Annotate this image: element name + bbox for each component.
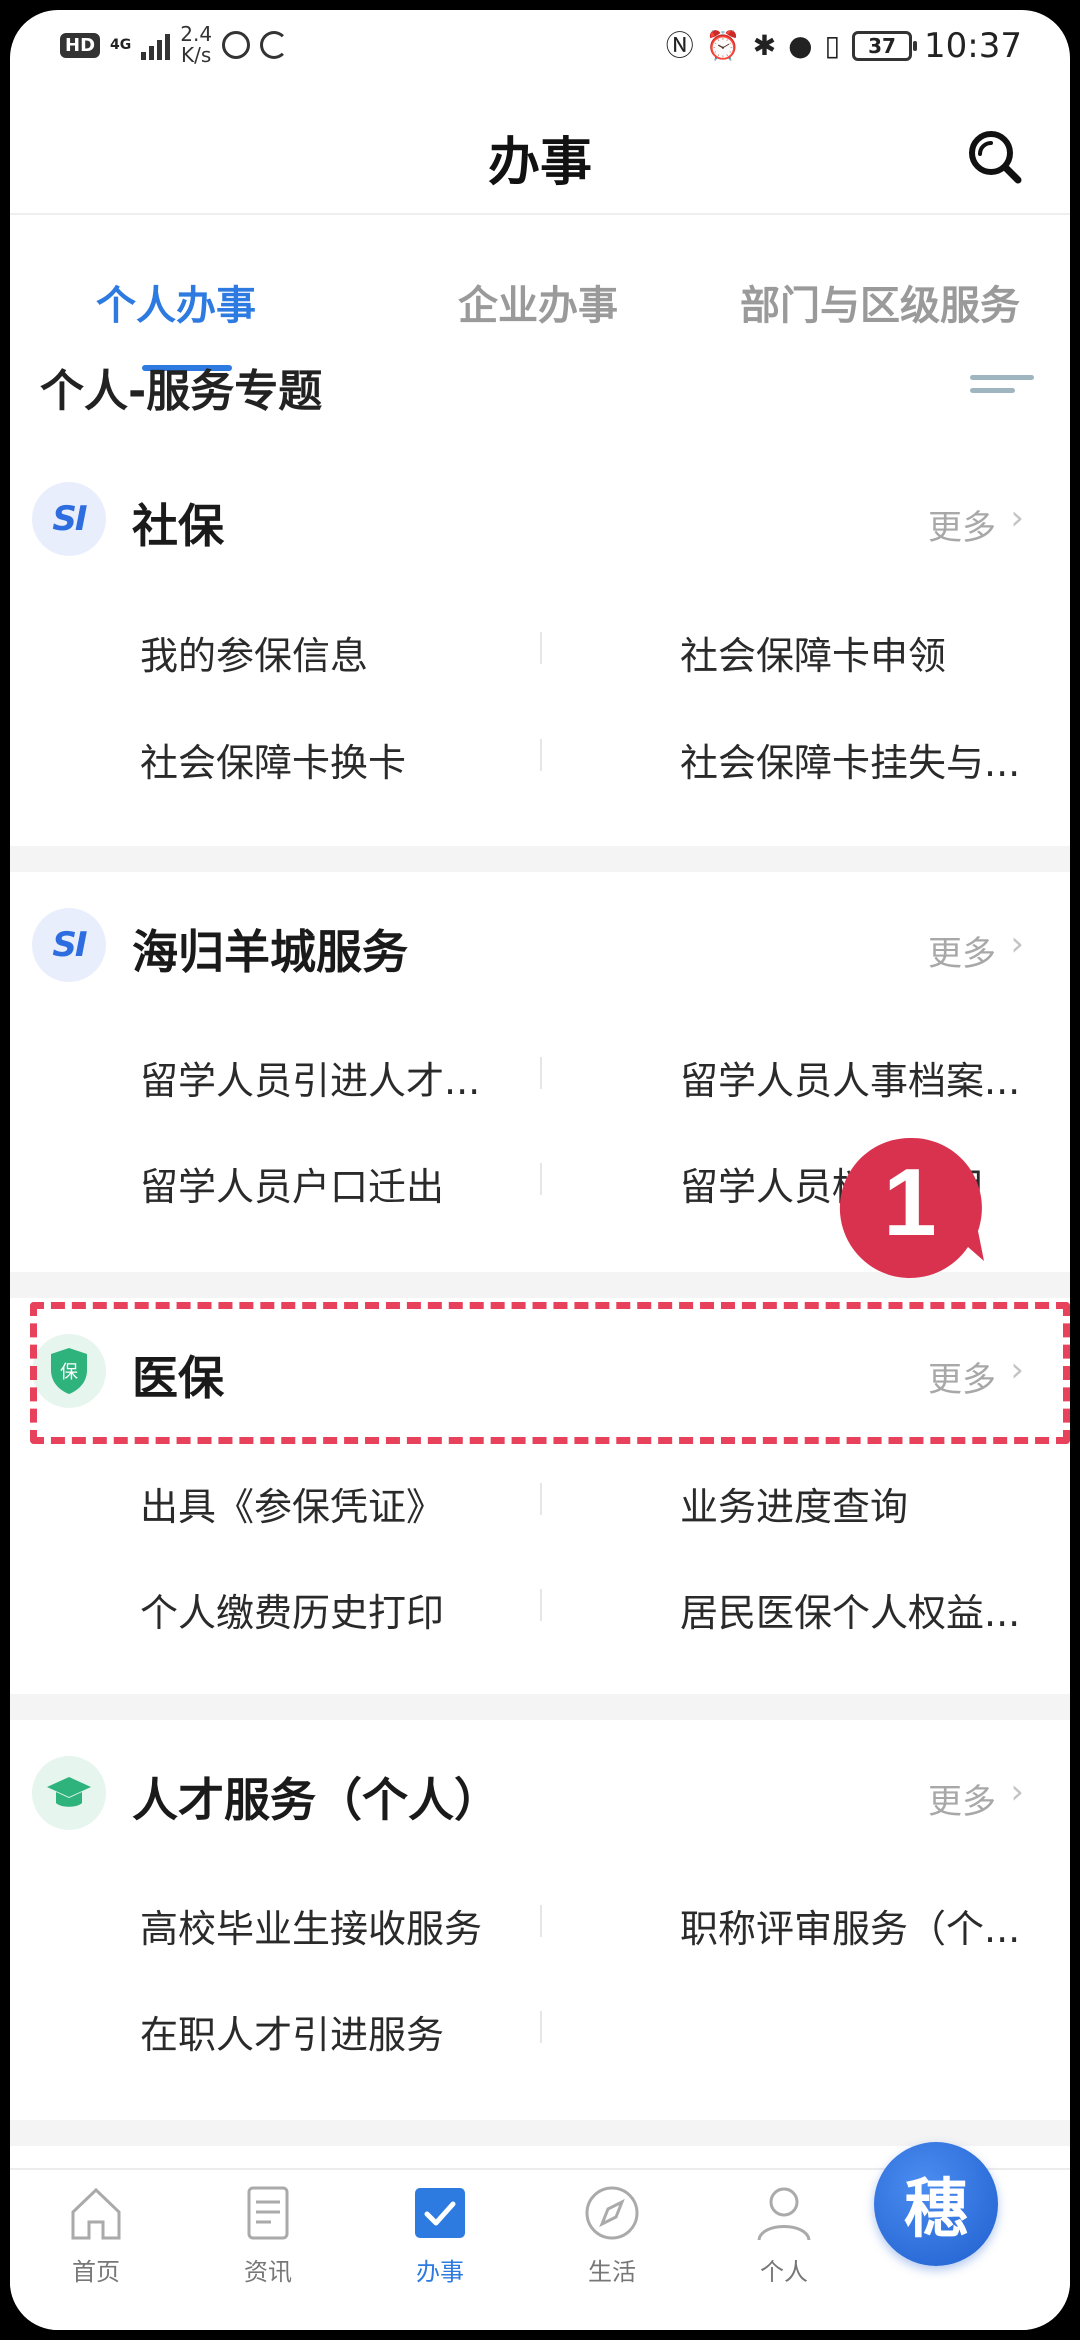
status-bar: HD 4G 2.4 K/s Ⓝ ⏰ ✱ ● ▯ 37 10:37: [10, 10, 1070, 90]
account-icon: [222, 31, 251, 59]
step-number: 1: [883, 1149, 937, 1256]
card-social-security: SI 社保 更多 › 我的参保信息 社会保障卡申领 社会保障卡换卡 社会保障卡挂…: [10, 460, 1070, 846]
service-item[interactable]: 留学人员人事档案...: [680, 1050, 1070, 1105]
cap-svg: [47, 1777, 91, 1807]
more-link[interactable]: 更多: [928, 500, 996, 549]
more-link[interactable]: 更多: [928, 1774, 996, 1823]
battery-icon: 37: [852, 31, 918, 61]
sync-icon: [260, 31, 289, 59]
service-item[interactable]: 社会保障卡申领: [680, 625, 1070, 680]
card-title: 社保: [132, 499, 224, 553]
network-type: 4G: [110, 36, 132, 53]
service-item[interactable]: 留学人员引进人才...: [140, 1050, 510, 1105]
vibrate-icon: ▯: [824, 29, 841, 62]
nav-label: 生活: [588, 2258, 636, 2286]
divider: [540, 1163, 542, 1195]
chevron-right-icon: ›: [1010, 1772, 1024, 1812]
clock: 10:37: [924, 26, 1022, 66]
bluetooth-icon: ✱: [752, 29, 777, 62]
search-icon[interactable]: [966, 128, 1022, 184]
alarm-icon: ⏰: [705, 29, 741, 62]
service-item[interactable]: 社会保障卡挂失与...: [680, 732, 1070, 787]
speed-unit: K/s: [181, 43, 212, 67]
card-title: 人才服务（个人）: [132, 1773, 500, 1827]
graduation-cap-icon: [32, 1756, 106, 1830]
nav-label: 办事: [416, 2258, 464, 2286]
checkbox-icon: [415, 2188, 465, 2238]
card-gap: [10, 2120, 1070, 2146]
card-gap: [10, 1694, 1070, 1720]
card-header[interactable]: SI 社保 更多 ›: [10, 460, 1070, 580]
nfc-icon: Ⓝ: [665, 29, 694, 62]
nav-services[interactable]: 办事: [370, 2180, 510, 2287]
card-talent-service: 人才服务（个人） 更多 › 高校毕业生接收服务 职称评审服务（个... 在职人才…: [10, 1720, 1070, 2120]
person-icon: [757, 2187, 811, 2241]
nav-label: 个人: [760, 2258, 808, 2286]
service-item[interactable]: 业务进度查询: [680, 1476, 1070, 1531]
section-title: 个人-服务专题: [40, 366, 323, 417]
si-logo-text: SI: [52, 499, 87, 539]
location-icon: ●: [788, 29, 813, 62]
divider: [540, 739, 542, 771]
network-speed: 2.4 K/s: [180, 24, 212, 66]
chevron-right-icon: ›: [1010, 924, 1024, 964]
signal-icon: [141, 30, 171, 60]
news-icon: [247, 2186, 289, 2240]
tab-department[interactable]: 部门与区级服务: [740, 273, 1020, 331]
app-header: 办事: [10, 90, 1070, 215]
phone-frame: HD 4G 2.4 K/s Ⓝ ⏰ ✱ ● ▯ 37 10:37 办事 个人办事 …: [0, 0, 1080, 2340]
highlight-box: [30, 1302, 1070, 1444]
service-item[interactable]: 高校毕业生接收服务: [140, 1898, 510, 1953]
card-gap: [10, 846, 1070, 872]
divider: [540, 1905, 542, 1937]
chevron-right-icon: ›: [1010, 498, 1024, 538]
service-item[interactable]: 个人缴费历史打印: [140, 1582, 510, 1637]
more-link[interactable]: 更多: [928, 926, 996, 975]
sui-logo-icon[interactable]: 穗: [874, 2142, 998, 2266]
service-item[interactable]: 留学人员户口迁出: [140, 1156, 510, 1211]
service-item[interactable]: 职称评审服务（个...: [680, 1898, 1070, 1953]
si-logo-icon: SI: [32, 908, 106, 982]
tab-personal[interactable]: 个人办事: [96, 273, 256, 331]
nav-label: 资讯: [244, 2258, 292, 2286]
hd-badge: HD: [60, 32, 101, 58]
si-logo-text: SI: [52, 925, 87, 965]
divider: [540, 2011, 542, 2043]
service-item[interactable]: 社会保障卡换卡: [140, 732, 510, 787]
card-header[interactable]: 人才服务（个人） 更多 ›: [10, 1734, 1070, 1854]
nav-label: 首页: [72, 2258, 120, 2286]
divider: [540, 1483, 542, 1515]
menu-icon[interactable]: [970, 375, 1034, 405]
compass-icon: [585, 2186, 639, 2240]
home-icon: [71, 2187, 121, 2240]
nav-home[interactable]: 首页: [26, 2180, 166, 2287]
divider: [540, 632, 542, 664]
page-title: 办事: [487, 133, 592, 193]
service-item[interactable]: 我的参保信息: [140, 625, 510, 680]
card-title: 海归羊城服务: [132, 925, 408, 979]
service-item[interactable]: 居民医保个人权益...: [680, 1582, 1070, 1637]
nav-profile[interactable]: 个人: [714, 2180, 854, 2287]
si-logo-icon: SI: [32, 482, 106, 556]
divider: [540, 1057, 542, 1089]
bottom-nav: 首页 资讯 办事 生活 个人 穗: [10, 2142, 1070, 2330]
card-header[interactable]: SI 海归羊城服务 更多 ›: [10, 886, 1070, 1006]
service-item[interactable]: 在职人才引进服务: [140, 2004, 510, 2059]
tab-bar: 个人办事 企业办事 部门与区级服务: [10, 215, 1070, 365]
divider: [540, 1589, 542, 1621]
tab-enterprise[interactable]: 企业办事: [458, 273, 618, 331]
service-item[interactable]: 出具《参保凭证》: [140, 1476, 510, 1531]
nav-news[interactable]: 资讯: [198, 2180, 338, 2287]
nav-life[interactable]: 生活: [542, 2180, 682, 2287]
